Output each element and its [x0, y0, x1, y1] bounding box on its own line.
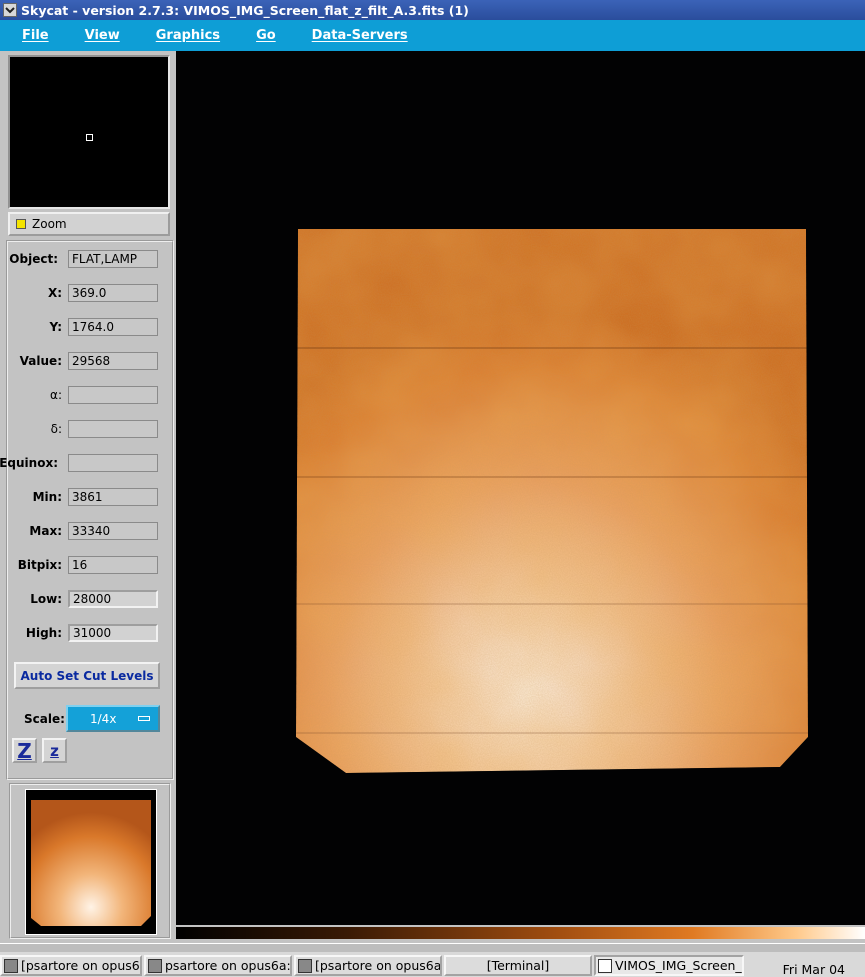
- task-button-terminal-2[interactable]: psartore on opus6a: /h: [144, 955, 292, 976]
- task-button-terminal-1[interactable]: [psartore on opus6a: /: [0, 955, 142, 976]
- bitpix-value: 16: [68, 556, 158, 574]
- menu-graphics[interactable]: Graphics: [156, 28, 220, 43]
- info-row-max: Max: 33340: [8, 522, 172, 542]
- fits-image: [296, 229, 808, 773]
- info-row-low: Low: 28000: [8, 590, 172, 610]
- task-label: VIMOS_IMG_Screen_: [615, 958, 742, 973]
- info-row-bitpix: Bitpix: 16: [8, 556, 172, 576]
- terminal-icon: [148, 958, 162, 973]
- terminal-icon: [4, 958, 18, 973]
- task-label: [Terminal]: [486, 958, 550, 973]
- alpha-label: α:: [50, 388, 62, 402]
- value-label: Value:: [19, 354, 62, 368]
- object-label: Object:: [9, 252, 58, 266]
- zoom-in-icon: Z: [17, 738, 32, 763]
- info-row-value: Value: 29568: [8, 352, 172, 372]
- info-row-x: X: 369.0: [8, 284, 172, 304]
- zoom-label: Zoom: [32, 217, 67, 231]
- y-label: Y:: [49, 320, 62, 334]
- image-info-panel: Object: FLAT,LAMP X: 369.0 Y: 1764.0 Val…: [0, 240, 174, 780]
- scale-label: Scale:: [24, 712, 65, 726]
- info-row-object: Object: FLAT,LAMP: [8, 250, 172, 270]
- zoom-toggle[interactable]: Zoom: [8, 212, 170, 236]
- delta-label: δ:: [50, 422, 62, 436]
- task-label: [psartore on opus6a: /: [21, 958, 140, 973]
- image-display-canvas[interactable]: [176, 51, 865, 925]
- option-menu-indicator-icon: [138, 716, 150, 721]
- zoom-in-button[interactable]: Z: [12, 738, 37, 763]
- max-value: 33340: [68, 522, 158, 540]
- delta-value: [68, 420, 158, 438]
- x-label: X:: [47, 286, 62, 300]
- taskbar-upper-strip: [0, 944, 865, 952]
- zoom-out-icon: z: [50, 741, 59, 760]
- image-thumbnail[interactable]: [25, 789, 157, 935]
- min-label: Min:: [32, 490, 62, 504]
- info-row-equinox: Equinox:: [0, 454, 172, 474]
- info-row-min: Min: 3861: [8, 488, 172, 508]
- max-label: Max:: [29, 524, 62, 538]
- equinox-label: Equinox:: [0, 456, 58, 470]
- task-label: [psartore on opus6a: /: [315, 958, 442, 973]
- pixel-value: 29568: [68, 352, 158, 370]
- info-row-high: High: 31000: [8, 624, 172, 644]
- task-button-terminal-4[interactable]: [Terminal]: [444, 955, 592, 976]
- scale-value: 1/4x: [90, 711, 117, 726]
- alpha-value: [68, 386, 158, 404]
- menu-view[interactable]: View: [85, 28, 120, 43]
- control-panel: Zoom Object: FLAT,LAMP X: 369.0 Y: 1764.…: [0, 51, 176, 941]
- object-value: FLAT,LAMP: [68, 250, 158, 268]
- x-value: 369.0: [68, 284, 158, 302]
- menu-file[interactable]: File: [22, 28, 49, 43]
- thumbnail-image: [31, 800, 151, 926]
- window-menu-chevron-icon[interactable]: [3, 3, 17, 17]
- window-titlebar: Skycat - version 2.7.3: VIMOS_IMG_Screen…: [0, 0, 865, 20]
- menu-go[interactable]: Go: [256, 28, 276, 43]
- terminal-icon: [298, 958, 312, 973]
- window-icon: [598, 958, 612, 973]
- min-value: 3861: [68, 488, 158, 506]
- pan-window[interactable]: [8, 55, 170, 209]
- info-row-delta: δ:: [8, 420, 172, 440]
- bitpix-label: Bitpix:: [17, 558, 62, 572]
- scale-select[interactable]: 1/4x: [66, 705, 160, 732]
- zoom-out-button[interactable]: z: [42, 738, 67, 763]
- info-row-y: Y: 1764.0: [8, 318, 172, 338]
- low-label: Low:: [30, 592, 62, 606]
- info-row-alpha: α:: [8, 386, 172, 406]
- auto-set-cut-levels-button[interactable]: Auto Set Cut Levels: [14, 662, 160, 689]
- task-button-terminal-3[interactable]: [psartore on opus6a: /: [294, 955, 442, 976]
- zoom-indicator-icon: [16, 219, 26, 229]
- high-cut-input[interactable]: 31000: [68, 624, 158, 642]
- task-button-skycat[interactable]: VIMOS_IMG_Screen_: [594, 955, 744, 976]
- colormap-bar[interactable]: [176, 925, 865, 943]
- pan-viewport-marker[interactable]: [86, 134, 93, 141]
- equinox-value: [68, 454, 158, 472]
- y-value: 1764.0: [68, 318, 158, 336]
- taskbar-clock: Fri Mar 04: [782, 962, 845, 977]
- low-cut-input[interactable]: 28000: [68, 590, 158, 608]
- thumbnail-panel: [9, 783, 171, 939]
- window-title: Skycat - version 2.7.3: VIMOS_IMG_Screen…: [21, 2, 469, 18]
- menu-data-servers[interactable]: Data-Servers: [312, 28, 408, 43]
- menubar: File View Graphics Go Data-Servers: [0, 20, 865, 51]
- task-label: psartore on opus6a: /h: [165, 958, 291, 973]
- colormap-gradient: [176, 927, 865, 939]
- taskbar: [psartore on opus6a: / psartore on opus6…: [0, 943, 865, 977]
- high-label: High:: [25, 626, 62, 640]
